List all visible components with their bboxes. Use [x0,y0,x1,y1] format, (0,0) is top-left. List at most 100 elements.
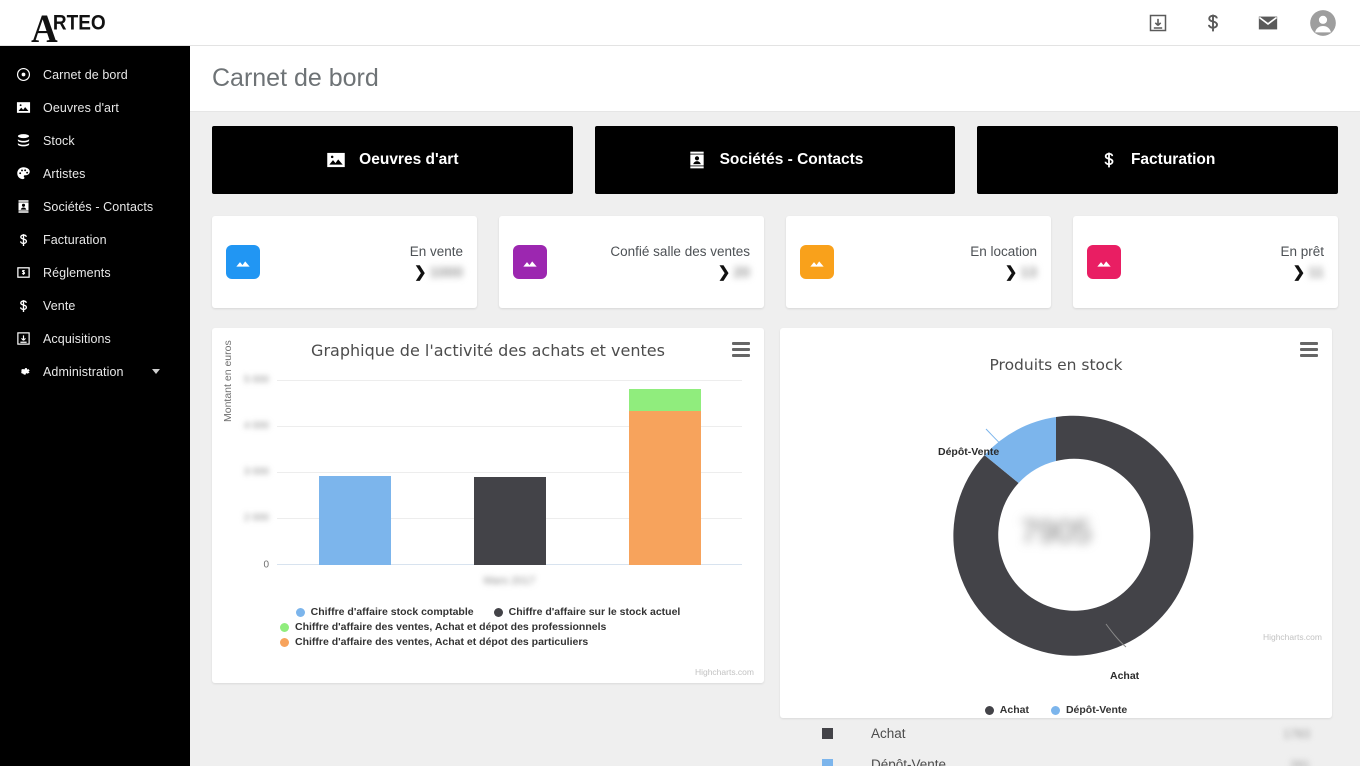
download-box-icon [12,331,34,346]
top-bar-icons [1143,8,1338,38]
donut-center-value: 7905 [1020,513,1092,550]
bar-series-stock-actuel[interactable] [473,477,546,565]
dollar-icon [12,298,34,314]
logo-text: RTEO [52,11,106,35]
table-row[interactable]: Achat 1783 [802,718,1310,749]
chevron-right-icon[interactable]: ❯ [1005,265,1018,280]
shortcut-societes-contacts[interactable]: Sociétés - Contacts [594,126,956,194]
row-value: 1783 [1283,726,1310,741]
mail-icon[interactable] [1253,8,1283,38]
stat-card-en-location[interactable]: En location ❯ 13 [786,216,1051,308]
stat-card-value-row: ❯ 13 [970,264,1037,281]
stat-card-text: En prêt ❯ 11 [1280,244,1324,281]
chevron-right-icon[interactable]: ❯ [414,265,427,280]
sidebar-item-label: Sociétés - Contacts [43,199,154,214]
legend-item-depot-vente[interactable]: Dépôt-Vente [1050,704,1128,716]
sidebar-item-stock[interactable]: Stock [0,124,190,157]
legend-item-achat[interactable]: Achat [984,704,1029,716]
bar-chart-legend: Chiffre d'affaire stock comptable Chiffr… [212,606,764,651]
legend-item-stock-comptable[interactable]: Chiffre d'affaire stock comptable [295,606,474,618]
stat-card-label: En location [970,243,1037,259]
stock-donut-chart-panel: Produits en stock 7905 Dépôt-Vente Achat… [780,328,1332,766]
stat-card-en-vente[interactable]: En vente ❯ 1000 [212,216,477,308]
bar-series-ventes-stacked[interactable] [628,389,701,565]
sidebar-item-label: Acquisitions [43,331,111,346]
page-title: Carnet de bord [212,64,379,92]
table-row[interactable]: Dépôt-Vente 281 [802,749,1310,766]
chart-menu-icon[interactable] [1300,342,1318,360]
image-icon [326,150,346,170]
legend-dot [984,705,994,715]
sidebar-item-reglements[interactable]: Réglements [0,256,190,289]
sidebar-item-facturation[interactable]: Facturation [0,223,190,256]
sidebar-item-artistes[interactable]: Artistes [0,157,190,190]
donut-chart-plot: 7905 Dépôt-Vente Achat Achat Dépôt-Vente [780,374,1332,716]
sidebar-item-societes-contacts[interactable]: Sociétés - Contacts [0,190,190,223]
chart-row: Graphique de l'activité des achats et ve… [212,328,1338,766]
shortcut-label: Sociétés - Contacts [719,151,864,168]
sidebar: Carnet de bord Oeuvres d'art Stock Artis… [0,46,190,766]
bar-series-stock-comptable[interactable] [318,476,391,565]
sidebar-item-label: Stock [43,133,75,148]
legend-label: Achat [999,704,1029,716]
bar-chart-y-tick: 2 000 [243,512,269,524]
image-icon [800,245,834,279]
activity-bar-chart-panel: Graphique de l'activité des achats et ve… [212,328,764,683]
sidebar-item-acquisitions[interactable]: Acquisitions [0,322,190,355]
legend-label: Dépôt-Vente [1065,704,1128,716]
donut-label-depot-vente: Dépôt-Vente [938,446,1000,458]
legend-item-stock-actuel[interactable]: Chiffre d'affaire sur le stock actuel [493,606,680,618]
chevron-right-icon[interactable]: ❯ [1293,265,1306,280]
shortcut-oeuvres-dart[interactable]: Oeuvres d'art [212,126,573,194]
bar-chart-plot: Montant en euros 5 000 4 000 3 000 2 000 [212,340,764,595]
top-bar: A RTEO [0,0,1360,48]
legend-dot [493,607,503,617]
stat-card-value-row: ❯ 11 [1280,264,1324,281]
shortcut-label: Facturation [1130,151,1216,168]
donut-chart-title: Produits en stock [989,356,1123,374]
legend-item-professionnels[interactable]: Chiffre d'affaire des ventes, Achat et d… [280,621,606,633]
stat-card-confie-salle-des-ventes[interactable]: Confié salle des ventes ❯ 20 [499,216,764,308]
bar-chart-x-axis-label: Mars 2017 [483,575,536,587]
chevron-down-icon[interactable] [152,369,160,374]
contact-card-icon [687,150,707,170]
bar-seg-professionnels [628,389,701,411]
arteo-logo[interactable]: A RTEO [30,3,110,48]
user-avatar-icon[interactable] [1308,8,1338,38]
dollar-icon [1100,149,1118,171]
stat-card-en-pret[interactable]: En prêt ❯ 11 [1073,216,1338,308]
chevron-right-icon[interactable]: ❯ [718,265,731,280]
stat-card-value: 13 [1020,263,1037,281]
bar-chart-y-tick: 3 000 [243,466,269,478]
legend-label: Chiffre d'affaire des ventes, Achat et d… [295,636,589,648]
sidebar-item-vente[interactable]: Vente [0,289,190,322]
acquisitions-icon[interactable] [1143,8,1173,38]
dollar-icon [12,232,34,248]
chart-menu-icon[interactable] [732,342,750,360]
stat-card-label: En vente [409,243,463,259]
sidebar-item-administration[interactable]: Administration [0,355,190,388]
stat-card-row: En vente ❯ 1000 Confié salle des ventes [212,216,1338,308]
shortcut-facturation[interactable]: Facturation [977,126,1339,194]
legend-item-particuliers[interactable]: Chiffre d'affaire des ventes, Achat et d… [280,636,588,648]
image-icon [12,100,34,115]
page-header: Carnet de bord [190,46,1360,112]
dollar-icon[interactable] [1198,8,1228,38]
legend-dot [295,607,305,617]
sidebar-item-carnet-de-bord[interactable]: Carnet de bord [0,58,190,91]
stat-card-value: 11 [1308,263,1324,281]
row-label: Dépôt-Vente [871,757,947,766]
stat-card-value: 1000 [429,263,463,281]
stat-card-value: 20 [733,263,750,281]
bar-chart-y-tick: 5 000 [243,374,269,386]
row-color-swatch [822,759,833,766]
highcharts-credit[interactable]: Highcharts.com [695,667,754,677]
app-root: A RTEO Carnet de bord Oeuvres d'art Stoc… [0,0,1360,766]
banknote-icon [12,265,34,280]
stat-card-label: Confié salle des ventes [610,243,750,259]
contact-card-icon [12,199,34,214]
stat-card-value-row: ❯ 1000 [410,264,463,281]
sidebar-item-oeuvres-dart[interactable]: Oeuvres d'art [0,91,190,124]
sidebar-item-label: Carnet de bord [43,67,128,82]
highcharts-credit[interactable]: Highcharts.com [1263,632,1322,642]
